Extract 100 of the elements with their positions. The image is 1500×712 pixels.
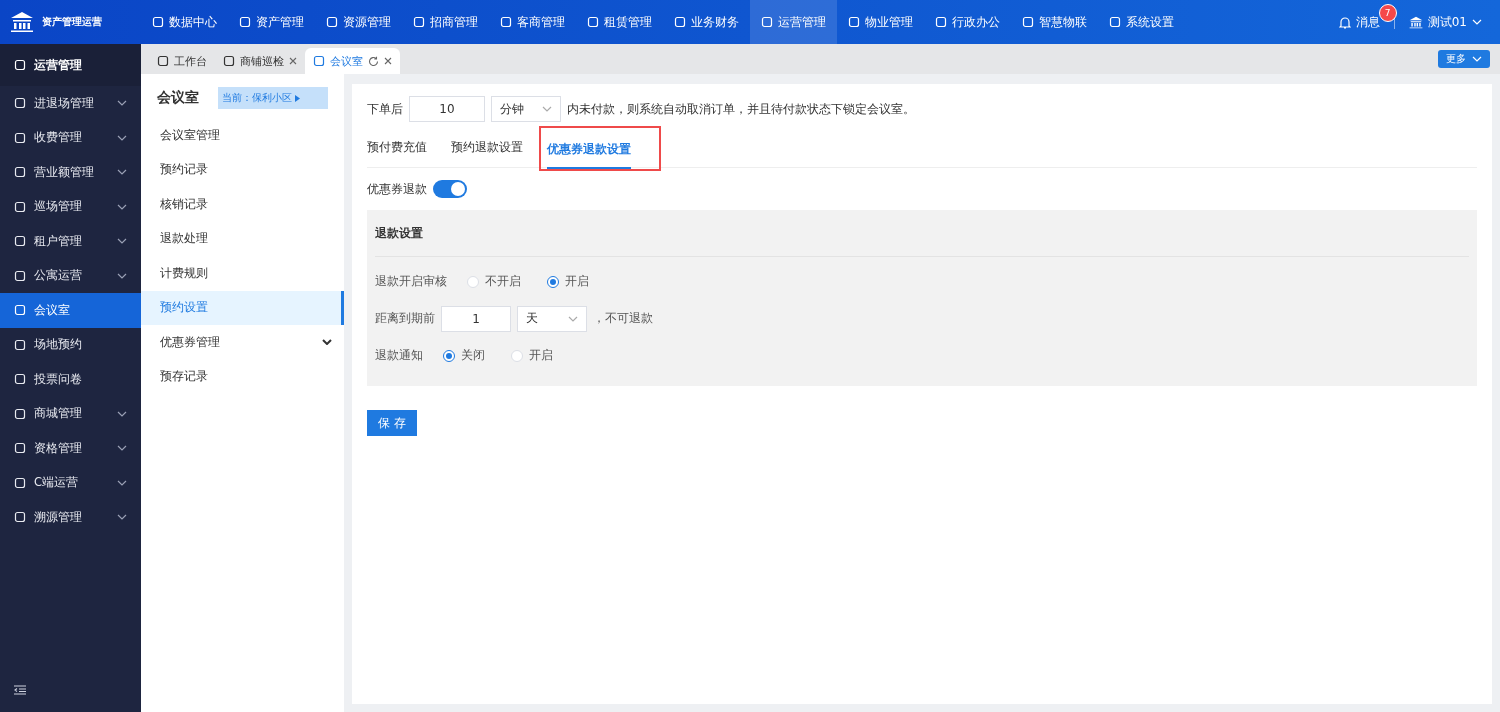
square-icon [14,97,26,110]
sidebar-item[interactable]: 溯源管理 [0,500,141,535]
square-icon [14,407,26,420]
sidebar-item[interactable]: 进退场管理 [0,86,141,121]
nav-tab[interactable]: 招商管理 [402,0,489,44]
nav-tab[interactable]: 资产管理 [228,0,315,44]
square-icon [157,55,169,67]
nav-tab[interactable]: 运营管理 [750,0,837,44]
deadline-suffix-text: ，不可退款 [593,311,653,326]
close-icon[interactable] [384,57,392,65]
square-icon [674,16,686,28]
nav-tab[interactable]: 智慧物联 [1011,0,1098,44]
page-tab[interactable]: 工作台 [149,48,215,74]
settings-tab[interactable]: 预付费充值 [367,132,427,167]
toggle-switch[interactable] [433,180,467,198]
square-icon [14,304,26,317]
sidebar-item[interactable]: 场地预约 [0,327,141,362]
square-icon [1109,16,1121,28]
play-icon [295,94,300,102]
radio-option[interactable]: 不开启 [461,273,527,290]
square-icon [14,131,26,144]
square-icon [239,16,251,28]
square-icon [500,16,512,28]
bell-icon[interactable] [1338,15,1351,29]
submenu-item[interactable]: 会议室管理 [141,118,344,153]
more-button[interactable]: 更多 [1438,50,1490,68]
square-icon [326,16,338,28]
radio-option[interactable]: 开启 [505,347,559,364]
days-input[interactable]: 1 [441,305,511,332]
order-rule-text: 内未付款，则系统自动取消订单，并且待付款状态下锁定会议室。 [567,100,915,118]
settings-tab[interactable]: 预约退款设置 [451,132,523,167]
sidebar-item[interactable]: 营业额管理 [0,155,141,190]
refresh-icon[interactable] [368,55,379,67]
message-count-badge: 7 [1378,3,1397,22]
bank-building-icon [1408,15,1423,29]
square-icon [14,59,26,71]
square-icon [152,16,164,28]
submenu-item[interactable]: 预约设置 [141,290,344,325]
nav-tab[interactable]: 行政办公 [924,0,1011,44]
square-icon [14,166,26,179]
page-tab[interactable]: 商铺巡检 [215,48,305,74]
radio-option[interactable]: 关闭 [437,347,491,364]
square-icon [1022,16,1034,28]
panel-title: 退款设置 [375,225,423,241]
sidebar-item[interactable]: 商城管理 [0,396,141,431]
field-label: 退款开启审核 [375,274,447,289]
nav-tab[interactable]: 物业管理 [837,0,924,44]
sidebar-item[interactable]: C端运营 [0,465,141,500]
page-title: 会议室 [157,89,199,107]
square-icon [935,16,947,28]
unit-select[interactable]: 天 [517,305,587,332]
square-icon [14,200,26,213]
submenu-item[interactable]: 计费规则 [141,256,344,291]
square-icon [848,16,860,28]
sidebar-item[interactable]: 投票问卷 [0,362,141,397]
square-icon [14,338,26,351]
order-prefix-text: 下单后 [367,100,403,118]
nav-tab[interactable]: 客商管理 [489,0,576,44]
nav-tab[interactable]: 系统设置 [1098,0,1185,44]
square-icon [14,442,26,455]
square-icon [587,16,599,28]
sidebar-item[interactable]: 会议室 [0,293,141,328]
sidebar-item[interactable]: 租户管理 [0,224,141,259]
page-tab[interactable]: 会议室 [305,48,400,74]
square-icon [14,476,26,489]
submenu-item[interactable]: 预约记录 [141,152,344,187]
sidebar-item[interactable]: 资格管理 [0,431,141,466]
square-icon [413,16,425,28]
square-icon [761,16,773,28]
chevron-down-icon [1472,19,1482,25]
collapse-menu-icon[interactable] [14,685,26,695]
minutes-input[interactable]: 10 [409,96,485,122]
field-label: 距离到期前 [375,311,435,326]
sidebar-item[interactable]: 巡场管理 [0,189,141,224]
radio-option[interactable]: 开启 [541,273,595,290]
square-icon [14,269,26,282]
bank-building-icon [10,11,34,33]
square-icon [14,235,26,248]
settings-tab[interactable]: 优惠券退款设置 [547,134,631,169]
chevron-down-icon [542,106,552,112]
sidebar-item[interactable]: 收费管理 [0,120,141,155]
nav-tab[interactable]: 资源管理 [315,0,402,44]
nav-tab[interactable]: 数据中心 [141,0,228,44]
user-menu[interactable]: 测试01 [1427,13,1467,31]
messages-link[interactable]: 消息 [1355,13,1380,31]
submenu-item[interactable]: 优惠券管理 [141,325,344,360]
app-title: 资产管理运营 [42,15,102,29]
chevron-down-icon [1472,56,1482,62]
nav-tab[interactable]: 业务财务 [663,0,750,44]
close-icon[interactable] [289,57,297,65]
save-button[interactable]: 保 存 [367,410,417,436]
submenu-item[interactable]: 预存记录 [141,359,344,394]
sidebar-item[interactable]: 公寓运营 [0,258,141,293]
square-icon [14,511,26,524]
unit-select[interactable]: 分钟 [491,96,561,122]
coupon-refund-label: 优惠券退款 [367,180,427,198]
nav-tab[interactable]: 租赁管理 [576,0,663,44]
submenu-item[interactable]: 核销记录 [141,187,344,222]
chevron-down-icon [568,315,578,322]
submenu-item[interactable]: 退款处理 [141,221,344,256]
